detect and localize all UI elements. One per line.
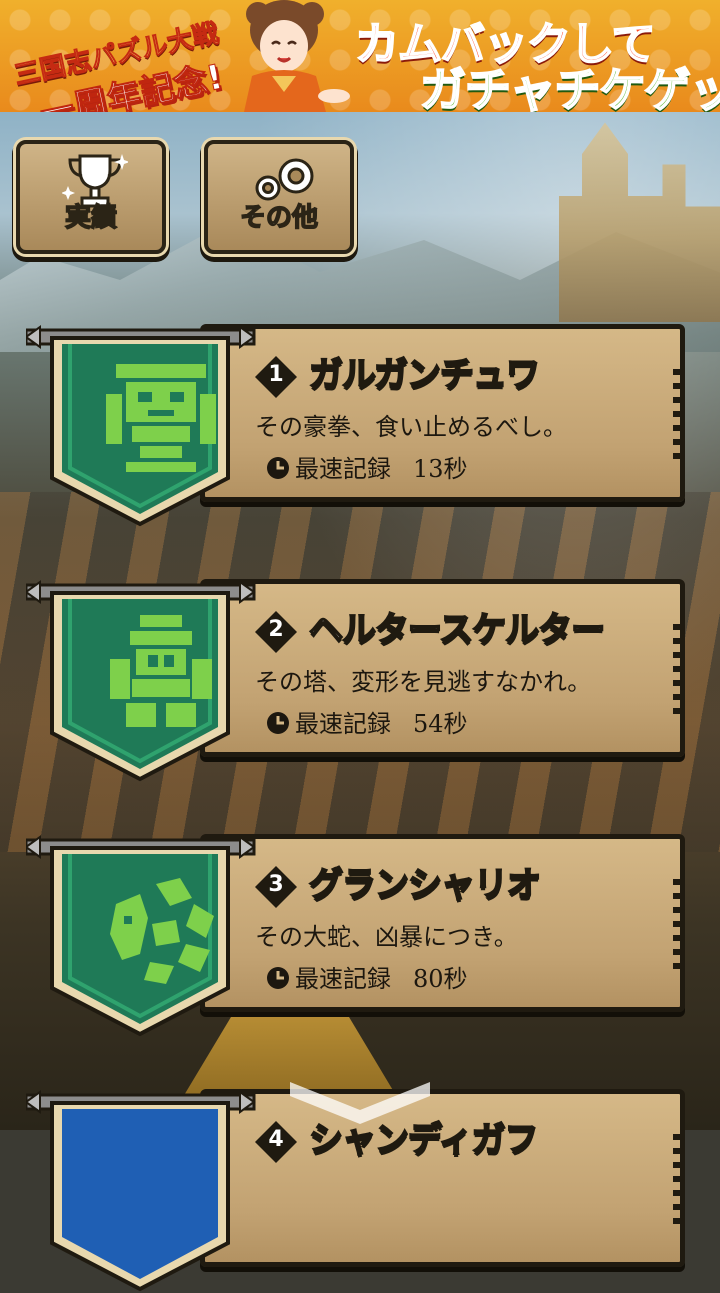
record-label: 最速記録 xyxy=(295,965,391,993)
boss-info-card[interactable]: 2 ヘルタースケルター その塔、変形を見逃すなかれ。 最速記録 54秒 xyxy=(200,579,685,757)
boss-number: 4 xyxy=(268,1127,284,1152)
record-label: 最速記録 xyxy=(295,710,391,738)
achievements-label: 実績 xyxy=(64,202,118,234)
boss-name: ヘルタースケルター xyxy=(308,609,606,651)
helter-skelter-emblem-icon xyxy=(110,615,212,727)
record-value: 13秒 xyxy=(413,455,468,483)
boss-number-badge: 2 xyxy=(253,609,299,655)
fastest-record: 最速記録 54秒 xyxy=(265,704,468,739)
other-label: その他 xyxy=(239,202,319,234)
gargantua-emblem-icon xyxy=(106,364,216,472)
boss-info-card[interactable]: 1 ガルガンチュワ その豪拳、食い止めるべし。 最速記録 13秒 xyxy=(200,324,685,502)
boss-number: 3 xyxy=(268,872,284,897)
boss-number-badge: 1 xyxy=(253,354,299,400)
boss-row[interactable]: 2 ヘルタースケルター その塔、変形を見逃すなかれ。 最速記録 54秒 xyxy=(0,573,720,783)
record-value: 80秒 xyxy=(413,965,468,993)
fastest-record: 最速記録 80秒 xyxy=(265,959,468,994)
mascot-girl-illustration xyxy=(244,0,350,112)
boss-row[interactable]: 1 ガルガンチュワ その豪拳、食い止めるべし。 最速記録 13秒 xyxy=(0,318,720,528)
boss-description: その大蛇、凶暴につき。 xyxy=(255,923,518,951)
clock-icon xyxy=(267,712,289,734)
record-value: 54秒 xyxy=(413,710,468,738)
comeback-promo-banner[interactable]: 三国志パズル大戦 一周年記念! カムバックして ガチャチケゲット! xyxy=(0,0,720,115)
banner-headline-line2: ガチャチケゲット! xyxy=(419,62,720,115)
boss-row[interactable]: 3 グランシャリオ その大蛇、凶暴につき。 最速記録 80秒 xyxy=(0,828,720,1038)
boss-banner-flag xyxy=(26,1090,256,1292)
clock-icon xyxy=(267,457,289,479)
achievements-button[interactable]: 実績 xyxy=(16,140,166,254)
boss-number: 1 xyxy=(268,362,284,387)
boss-number: 2 xyxy=(268,617,284,642)
anniversary-badge: 三国志パズル大戦 一周年記念! xyxy=(6,18,227,112)
boss-number-badge: 3 xyxy=(253,864,299,910)
boss-info-card[interactable]: 3 グランシャリオ その大蛇、凶暴につき。 最速記録 80秒 xyxy=(200,834,685,1012)
boss-description: その豪拳、食い止めるべし。 xyxy=(255,413,567,441)
other-settings-button[interactable]: その他 xyxy=(204,140,354,254)
scroll-down-chevron-icon[interactable] xyxy=(280,1074,440,1130)
boss-name: ガルガンチュワ xyxy=(308,354,541,396)
boss-name: グランシャリオ xyxy=(308,864,542,906)
fastest-record: 最速記録 13秒 xyxy=(265,449,468,484)
boss-info-card[interactable]: 4 シャンディガフ xyxy=(200,1089,685,1267)
record-label: 最速記録 xyxy=(295,455,391,483)
serpent-emblem-icon xyxy=(110,878,214,984)
clock-icon xyxy=(267,967,289,989)
boss-description: その塔、変形を見逃すなかれ。 xyxy=(255,668,592,696)
